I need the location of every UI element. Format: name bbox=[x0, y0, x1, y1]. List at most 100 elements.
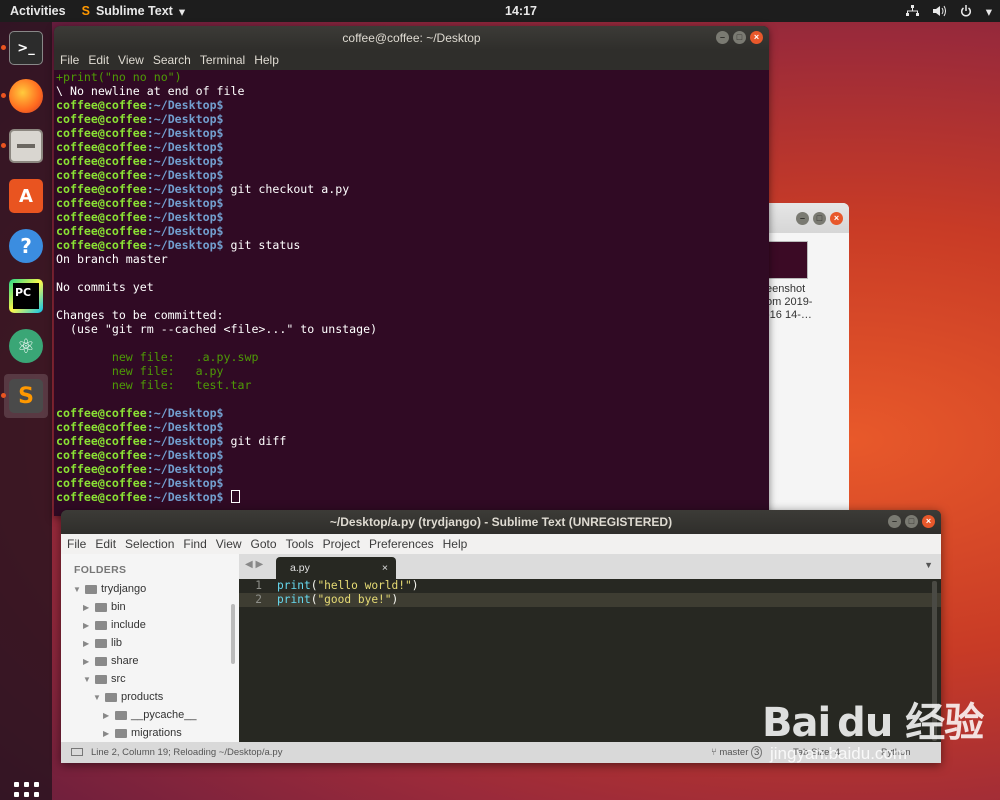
menu-terminal[interactable]: Terminal bbox=[200, 53, 245, 67]
folder-migrations[interactable]: ▶ migrations bbox=[61, 724, 239, 742]
folder-label: src bbox=[111, 673, 126, 685]
system-tray[interactable]: ▾ bbox=[905, 4, 992, 19]
dock-pycharm[interactable]: PC bbox=[4, 274, 48, 318]
maximize-button[interactable]: □ bbox=[813, 212, 826, 225]
expanded-arrow-icon[interactable]: ▼ bbox=[73, 585, 81, 594]
terminal-line: coffee@coffee:~/Desktop$ bbox=[56, 112, 767, 126]
minimize-button[interactable]: – bbox=[796, 212, 809, 225]
terminal-line: On branch master bbox=[56, 252, 767, 266]
prompt-path: :~/Desktop$ bbox=[146, 238, 224, 252]
screenshot-thumbnail[interactable] bbox=[768, 241, 808, 279]
menu-selection[interactable]: Selection bbox=[125, 537, 174, 551]
terminal-line: coffee@coffee:~/Desktop$ bbox=[56, 476, 767, 490]
minimize-button[interactable]: – bbox=[888, 515, 901, 528]
file-label[interactable]: eenshot om 2019- -16 14-… bbox=[766, 283, 826, 322]
minimize-button[interactable]: – bbox=[716, 31, 729, 44]
dock-files[interactable] bbox=[1, 124, 48, 168]
menu-view[interactable]: View bbox=[118, 53, 144, 67]
collapsed-arrow-icon[interactable]: ▶ bbox=[103, 729, 111, 738]
menu-edit[interactable]: Edit bbox=[95, 537, 116, 551]
dock-terminal[interactable]: >_ bbox=[1, 26, 48, 70]
collapsed-arrow-icon[interactable]: ▶ bbox=[103, 711, 111, 720]
code-line[interactable]: 2 print("good bye!") bbox=[239, 593, 941, 607]
show-applications-button[interactable] bbox=[14, 782, 40, 800]
sublime-titlebar[interactable]: ~/Desktop/a.py (trydjango) - Sublime Tex… bbox=[61, 510, 941, 534]
menu-help[interactable]: Help bbox=[443, 537, 468, 551]
folder-label: bin bbox=[111, 601, 126, 613]
prompt-path: :~/Desktop$ bbox=[146, 126, 224, 140]
terminal-titlebar[interactable]: coffee@coffee: ~/Desktop – □ × bbox=[54, 26, 769, 50]
collapsed-arrow-icon[interactable]: ▶ bbox=[83, 657, 91, 666]
terminal-window[interactable]: coffee@coffee: ~/Desktop – □ × File Edit V… bbox=[54, 26, 769, 516]
prompt-user: coffee@coffee bbox=[56, 462, 147, 476]
dock: >_ A ? PC ⚛ S bbox=[0, 22, 52, 800]
git-branch-status[interactable]: ⑂ master 3 bbox=[711, 742, 763, 763]
activities-button[interactable]: Activities bbox=[0, 4, 76, 18]
maximize-button[interactable]: □ bbox=[905, 515, 918, 528]
close-button[interactable]: × bbox=[830, 212, 843, 225]
folder-products[interactable]: ▼ products bbox=[61, 688, 239, 706]
terminal-cursor[interactable] bbox=[230, 490, 240, 503]
terminal-output[interactable]: +print("no no no") \ No newline at end of… bbox=[54, 70, 769, 504]
code-text: print("good bye!") bbox=[269, 593, 398, 607]
menu-edit[interactable]: Edit bbox=[88, 53, 109, 67]
folder-pycache[interactable]: ▶ __pycache__ bbox=[61, 706, 239, 724]
menu-help[interactable]: Help bbox=[254, 53, 279, 67]
menu-file[interactable]: File bbox=[60, 53, 79, 67]
folder-share[interactable]: ▶ share bbox=[61, 652, 239, 670]
menu-preferences[interactable]: Preferences bbox=[369, 537, 434, 551]
code-lines[interactable]: 1 print("hello world!") 2 print("good bye!"… bbox=[239, 579, 941, 607]
app-menu-button[interactable]: S Sublime Text ▾ bbox=[76, 4, 192, 19]
prompt-user: coffee@coffee bbox=[56, 406, 147, 420]
clock[interactable]: 14:17 bbox=[505, 4, 537, 18]
dock-software[interactable]: A bbox=[4, 174, 48, 218]
collapsed-arrow-icon[interactable]: ▶ bbox=[83, 639, 91, 648]
collapsed-arrow-icon[interactable]: ▶ bbox=[83, 621, 91, 630]
menu-file[interactable]: File bbox=[67, 537, 86, 551]
code-paren: ) bbox=[391, 593, 399, 606]
sublime-text-icon: S bbox=[81, 4, 90, 18]
code-paren: ) bbox=[411, 579, 419, 592]
sidebar-scrollbar[interactable] bbox=[231, 604, 235, 664]
tab-list-dropdown-icon[interactable]: ▼ bbox=[924, 560, 933, 570]
dock-atom[interactable]: ⚛ bbox=[4, 324, 48, 368]
terminal-icon: >_ bbox=[9, 31, 43, 65]
dock-firefox[interactable] bbox=[1, 74, 48, 118]
close-button[interactable]: × bbox=[750, 31, 763, 44]
git-branch-icon: ⑂ bbox=[711, 747, 717, 758]
running-indicator bbox=[1, 93, 6, 98]
menu-search[interactable]: Search bbox=[153, 53, 191, 67]
tab-a-py[interactable]: a.py × bbox=[276, 557, 396, 579]
close-tab-icon[interactable]: × bbox=[382, 557, 388, 579]
expanded-arrow-icon[interactable]: ▼ bbox=[83, 675, 91, 684]
expanded-arrow-icon[interactable]: ▼ bbox=[93, 693, 101, 702]
maximize-button[interactable]: □ bbox=[733, 31, 746, 44]
panel-toggle-icon[interactable] bbox=[71, 748, 83, 756]
running-indicator bbox=[1, 45, 6, 50]
code-line[interactable]: 1 print("hello world!") bbox=[239, 579, 941, 593]
menu-view[interactable]: View bbox=[216, 537, 242, 551]
menu-tools[interactable]: Tools bbox=[286, 537, 314, 551]
menu-project[interactable]: Project bbox=[323, 537, 360, 551]
menu-find[interactable]: Find bbox=[183, 537, 206, 551]
folder-trydjango[interactable]: ▼ trydjango bbox=[61, 580, 239, 598]
file-manager-window[interactable]: – □ × eenshot om 2019- -16 14-… bbox=[760, 203, 849, 515]
running-indicator bbox=[1, 143, 6, 148]
dock-sublime[interactable]: S bbox=[1, 374, 48, 418]
file-manager-titlebar[interactable]: – □ × bbox=[760, 203, 849, 233]
dock-help[interactable]: ? bbox=[4, 224, 48, 268]
terminal-line: (use "git rm --cached <file>..." to unst… bbox=[56, 322, 767, 336]
tab-nav-arrows[interactable]: ◀ ▶ bbox=[245, 559, 263, 570]
menu-goto[interactable]: Goto bbox=[251, 537, 277, 551]
close-button[interactable]: × bbox=[922, 515, 935, 528]
folder-include[interactable]: ▶ include bbox=[61, 616, 239, 634]
watermark-logo: Bai du 经验 bbox=[762, 700, 984, 746]
folder-lib[interactable]: ▶ lib bbox=[61, 634, 239, 652]
code-string: "good bye!" bbox=[317, 593, 392, 606]
sublime-text-icon: S bbox=[9, 379, 43, 413]
collapsed-arrow-icon[interactable]: ▶ bbox=[83, 603, 91, 612]
folder-src[interactable]: ▼ src bbox=[61, 670, 239, 688]
folder-bin[interactable]: ▶ bin bbox=[61, 598, 239, 616]
terminal-line: No commits yet bbox=[56, 280, 767, 294]
